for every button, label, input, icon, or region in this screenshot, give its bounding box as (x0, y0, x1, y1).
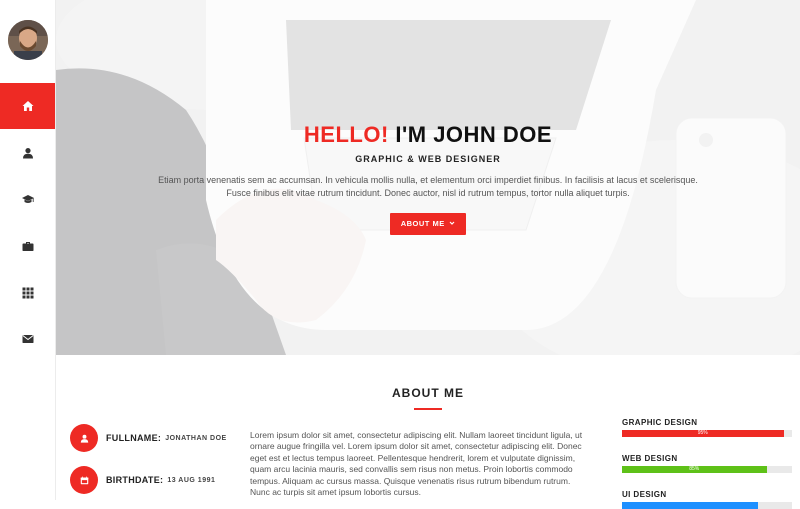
about-paragraph: Lorem ipsum dolor sit amet, consectetur … (250, 430, 583, 498)
hero-subtitle: GRAPHIC & WEB DESIGNER (355, 154, 501, 164)
skill-progress-track (622, 502, 792, 509)
hero-title-highlight: HELLO! (303, 122, 389, 147)
info-birthdate: BIRTHDATE: 13 AUG 1991 (70, 466, 215, 494)
info-value: JONATHAN DOE (165, 434, 227, 442)
hero-title: HELLO! I'M JOHN DOE (56, 122, 800, 148)
about-me-button[interactable]: ABOUT ME (389, 213, 467, 235)
sidebar-item-about[interactable] (0, 130, 55, 176)
sidebar-item-education[interactable] (0, 176, 55, 222)
hero-content: HELLO! I'M JOHN DOE GRAPHIC & WEB DESIGN… (56, 122, 800, 235)
skill-name: WEB DESIGN (622, 454, 678, 463)
skill-percent: 95% (697, 430, 708, 436)
briefcase-icon (22, 242, 33, 251)
chevron-down-icon (449, 221, 455, 225)
about-section-title: ABOUT ME (392, 386, 464, 400)
avatar[interactable] (8, 20, 48, 60)
about-me-button-label: ABOUT ME (400, 219, 445, 228)
info-label: FULLNAME: (106, 433, 162, 443)
skill-web-design: WEB DESIGN 85% (622, 454, 792, 473)
calendar-icon (80, 476, 88, 484)
sidebar (0, 0, 56, 500)
user-icon (80, 434, 88, 443)
hero-title-name: I'M JOHN DOE (395, 122, 553, 147)
user-icon (22, 148, 33, 159)
title-underline (414, 408, 442, 410)
skill-progress-fill (622, 502, 758, 509)
hero-description-line: Etiam porta venenatis sem ac accumsan. I… (158, 175, 698, 185)
skill-name: GRAPHIC DESIGN (622, 418, 698, 427)
info-icon-badge (70, 424, 98, 452)
envelope-icon (21, 335, 34, 343)
skill-progress-track: 95% (622, 430, 792, 437)
hero-section: HELLO! I'M JOHN DOE GRAPHIC & WEB DESIGN… (56, 0, 800, 355)
skill-percent: 85% (689, 466, 700, 472)
skill-progress-track: 85% (622, 466, 792, 473)
graduation-cap-icon (21, 195, 34, 203)
skill-graphic-design: GRAPHIC DESIGN 95% (622, 418, 792, 437)
skill-name: UI DESIGN (622, 490, 667, 499)
sidebar-item-home[interactable] (0, 83, 55, 129)
sidebar-item-experience[interactable] (0, 223, 55, 269)
info-label: BIRTHDATE: (106, 475, 164, 485)
info-value: 13 AUG 1991 (167, 476, 216, 484)
sidebar-item-contact[interactable] (0, 316, 55, 362)
info-icon-badge (70, 466, 98, 494)
grid-icon (22, 287, 33, 299)
info-fullname: FULLNAME: JONATHAN DOE (70, 424, 227, 452)
home-icon (22, 101, 33, 111)
sidebar-item-portfolio[interactable] (0, 270, 55, 316)
hero-description: Etiam porta venenatis sem ac accumsan. I… (148, 174, 708, 200)
hero-description-line: Fusce finibus elit vitae rutrum tincidun… (226, 188, 630, 198)
